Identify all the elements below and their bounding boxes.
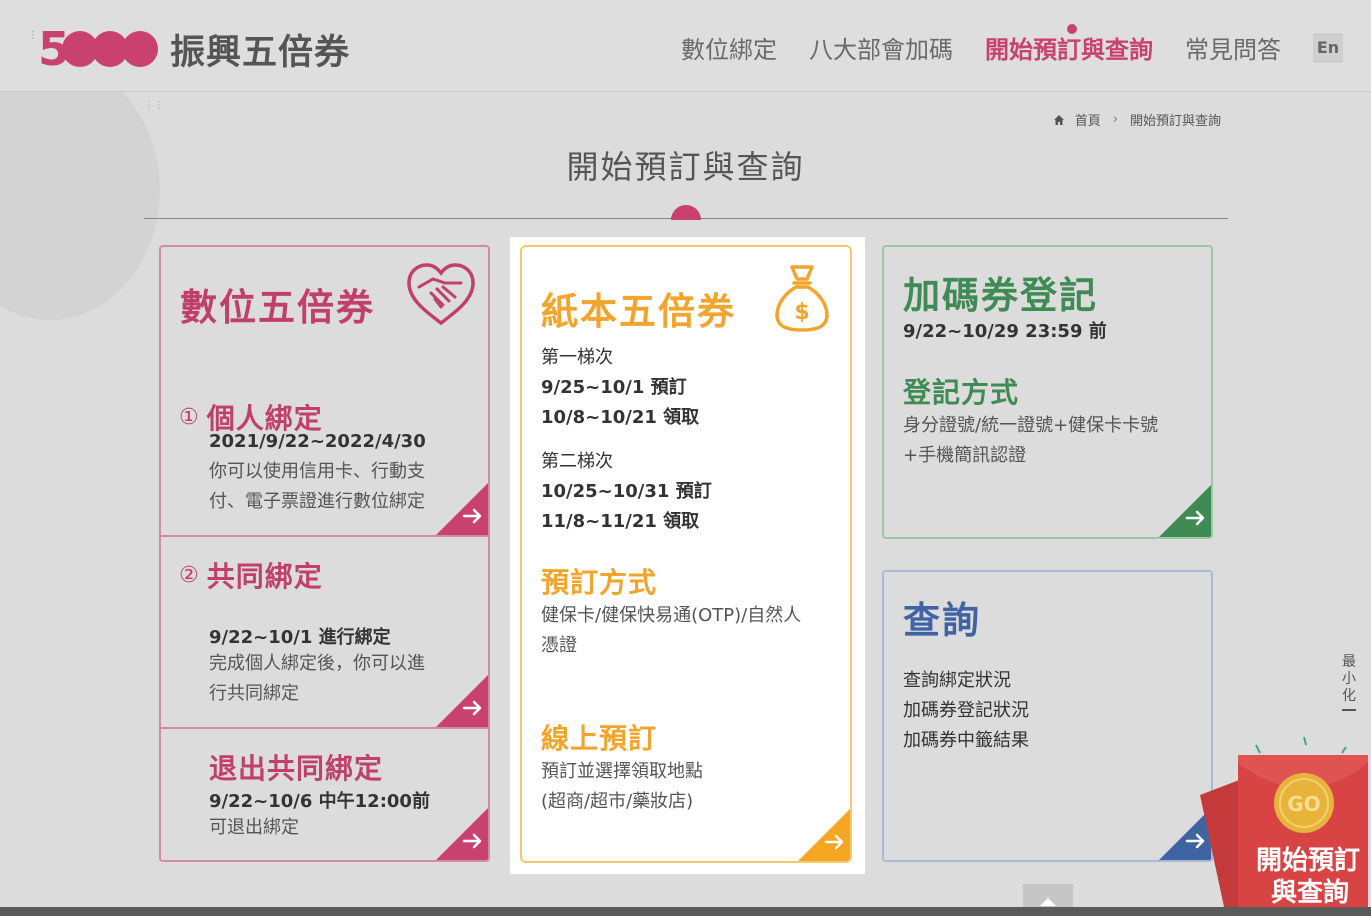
logo-text: 振興五倍券 — [170, 32, 351, 73]
minimize-bar — [1342, 709, 1356, 711]
personal-binding-section[interactable]: ① 個人綁定 2021/9/22~2022/4/30 你可以使用信用卡、行動支 … — [161, 247, 488, 537]
minimize-char-2: 小 — [1342, 671, 1356, 687]
batch2-pickup: 11/8~11/21 領取 — [541, 511, 700, 532]
red-envelope-graphic: GO 開始預訂 與查詢 — [1200, 736, 1368, 916]
svg-text:$: $ — [794, 300, 809, 325]
reserve-method-desc-2: 憑證 — [541, 635, 577, 656]
personal-binding-arrow[interactable] — [436, 483, 488, 535]
batch1-pickup: 10/8~10/21 領取 — [541, 407, 700, 428]
breadcrumb-home[interactable]: 首頁 — [1075, 110, 1101, 129]
paper-voucher-card[interactable]: 紙本五倍券 $ 第一梯次 9/25~10/1 預訂 10/8~10/21 領取 … — [510, 237, 865, 874]
nav-reserve-query-label: 開始預訂與查詢 — [985, 36, 1153, 64]
joint-number: ② — [179, 562, 199, 588]
exit-binding-arrow[interactable] — [436, 808, 488, 860]
nav-ministry-bonus[interactable]: 八大部會加碼 — [809, 30, 953, 65]
language-button[interactable]: En — [1313, 32, 1343, 63]
promo-line-1: 開始預訂 — [1256, 845, 1360, 876]
query-item-1: 查詢綁定狀況 — [903, 670, 1011, 691]
query-item-2: 加碼券登記狀況 — [903, 700, 1029, 721]
breadcrumb-current: 開始預訂與查詢 — [1129, 114, 1221, 129]
digital-voucher-card: 數位五倍券 ① 個人綁定 2021/9/22~2022/4/30 你可以使用信用… — [159, 245, 490, 862]
query-card[interactable]: 查詢 查詢綁定狀況 加碼券登記狀況 加碼券中籤結果 — [882, 570, 1213, 862]
personal-binding-desc-2: 付、電子票證進行數位綁定 — [209, 491, 425, 512]
main-nav: 數位綁定 八大部會加碼 開始預訂與查詢 常見問答 En — [681, 24, 1371, 65]
logo-zeros — [62, 31, 159, 67]
nav-digital-binding[interactable]: 數位綁定 — [681, 30, 777, 65]
paper-voucher-inner: 紙本五倍券 $ 第一梯次 9/25~10/1 預訂 10/8~10/21 領取 … — [520, 245, 852, 863]
home-icon — [1053, 114, 1064, 125]
batch1-reserve: 9/25~10/1 預訂 — [541, 377, 687, 398]
paper-card-title: 紙本五倍券 — [541, 290, 736, 333]
online-reserve-desc-1: 預訂並選擇領取地點 — [541, 761, 703, 782]
batch2-reserve: 10/25~10/31 預訂 — [541, 481, 712, 502]
bonus-register-card[interactable]: 加碼券登記 9/22~10/29 23:59 前 登記方式 身分證號/統一證號+… — [882, 245, 1213, 539]
active-indicator — [1067, 24, 1077, 34]
section-dots: ⋮⋮ — [144, 100, 164, 111]
exit-binding-desc: 可退出綁定 — [209, 817, 299, 838]
personal-binding-date: 2021/9/22~2022/4/30 — [209, 431, 426, 452]
promo-red-envelope[interactable]: GO 開始預訂 與查詢 — [1196, 735, 1371, 916]
title-divider-dot — [671, 205, 701, 220]
money-bag-icon: $ — [775, 265, 829, 332]
site-header: ⋮⋮ 5 振興五倍券 數位綁定 八大部會加碼 開始預訂與查詢 常見問答 En — [0, 0, 1371, 92]
personal-number: ① — [179, 404, 199, 430]
batch2-label: 第二梯次 — [541, 451, 613, 472]
register-method-desc-2: +手機簡訊認證 — [903, 445, 1027, 466]
joint-binding-desc-2: 行共同綁定 — [209, 683, 299, 704]
minimize-char-1: 最 — [1342, 654, 1356, 670]
promo-line-2: 與查詢 — [1271, 877, 1349, 908]
reserve-method-title: 預訂方式 — [541, 566, 658, 599]
joint-binding-section[interactable]: ② 共同綁定 9/22~10/1 進行綁定 完成個人綁定後，你可以進 行共同綁定 — [161, 537, 488, 729]
bonus-card-title: 加碼券登記 — [903, 274, 1098, 317]
register-method-desc-1: 身分證號/統一證號+健保卡卡號 — [903, 415, 1159, 436]
nav-faq[interactable]: 常見問答 — [1185, 30, 1281, 65]
joint-binding-arrow[interactable] — [436, 675, 488, 727]
background-decoration — [0, 60, 160, 320]
joint-binding-desc-1: 完成個人綁定後，你可以進 — [209, 653, 425, 674]
personal-binding-desc-1: 你可以使用信用卡、行動支 — [209, 461, 425, 482]
nav-reserve-query[interactable]: 開始預訂與查詢 — [985, 24, 1153, 65]
register-method-title: 登記方式 — [903, 376, 1020, 409]
online-reserve-desc-2: (超商/超市/藥妝店) — [541, 791, 694, 812]
bonus-register-arrow[interactable] — [1159, 485, 1211, 537]
query-card-title: 查詢 — [903, 599, 981, 642]
breadcrumb-separator: › — [1112, 112, 1118, 127]
joint-binding-title: 共同綁定 — [206, 560, 323, 593]
page-title: 開始預訂與查詢 — [566, 148, 805, 186]
exit-binding-section[interactable]: 退出共同綁定 9/22~10/6 中午12:00前 可退出綁定 — [161, 729, 488, 860]
minimize-button[interactable]: 最 小 化 — [1340, 654, 1358, 711]
paper-voucher-arrow[interactable] — [798, 809, 850, 861]
footer-bar — [0, 907, 1371, 916]
batch1-label: 第一梯次 — [541, 347, 613, 368]
minimize-char-3: 化 — [1342, 688, 1356, 704]
reserve-method-desc-1: 健保卡/健保快易通(OTP)/自然人 — [541, 605, 802, 626]
site-logo[interactable]: ⋮⋮ 5 振興五倍券 — [28, 22, 351, 76]
exit-binding-date: 9/22~10/6 中午12:00前 — [209, 791, 430, 812]
bonus-date: 9/22~10/29 23:59 前 — [903, 321, 1107, 342]
online-reserve-title: 線上預訂 — [541, 722, 658, 755]
breadcrumb: 首頁 › 開始預訂與查詢 — [1053, 110, 1221, 129]
query-item-3: 加碼券中籤結果 — [903, 730, 1029, 751]
promo-go: GO — [1287, 792, 1320, 816]
exit-binding-title: 退出共同綁定 — [209, 752, 384, 785]
joint-binding-date: 9/22~10/1 進行綁定 — [209, 627, 391, 648]
logo-dots: ⋮⋮ — [28, 30, 48, 41]
